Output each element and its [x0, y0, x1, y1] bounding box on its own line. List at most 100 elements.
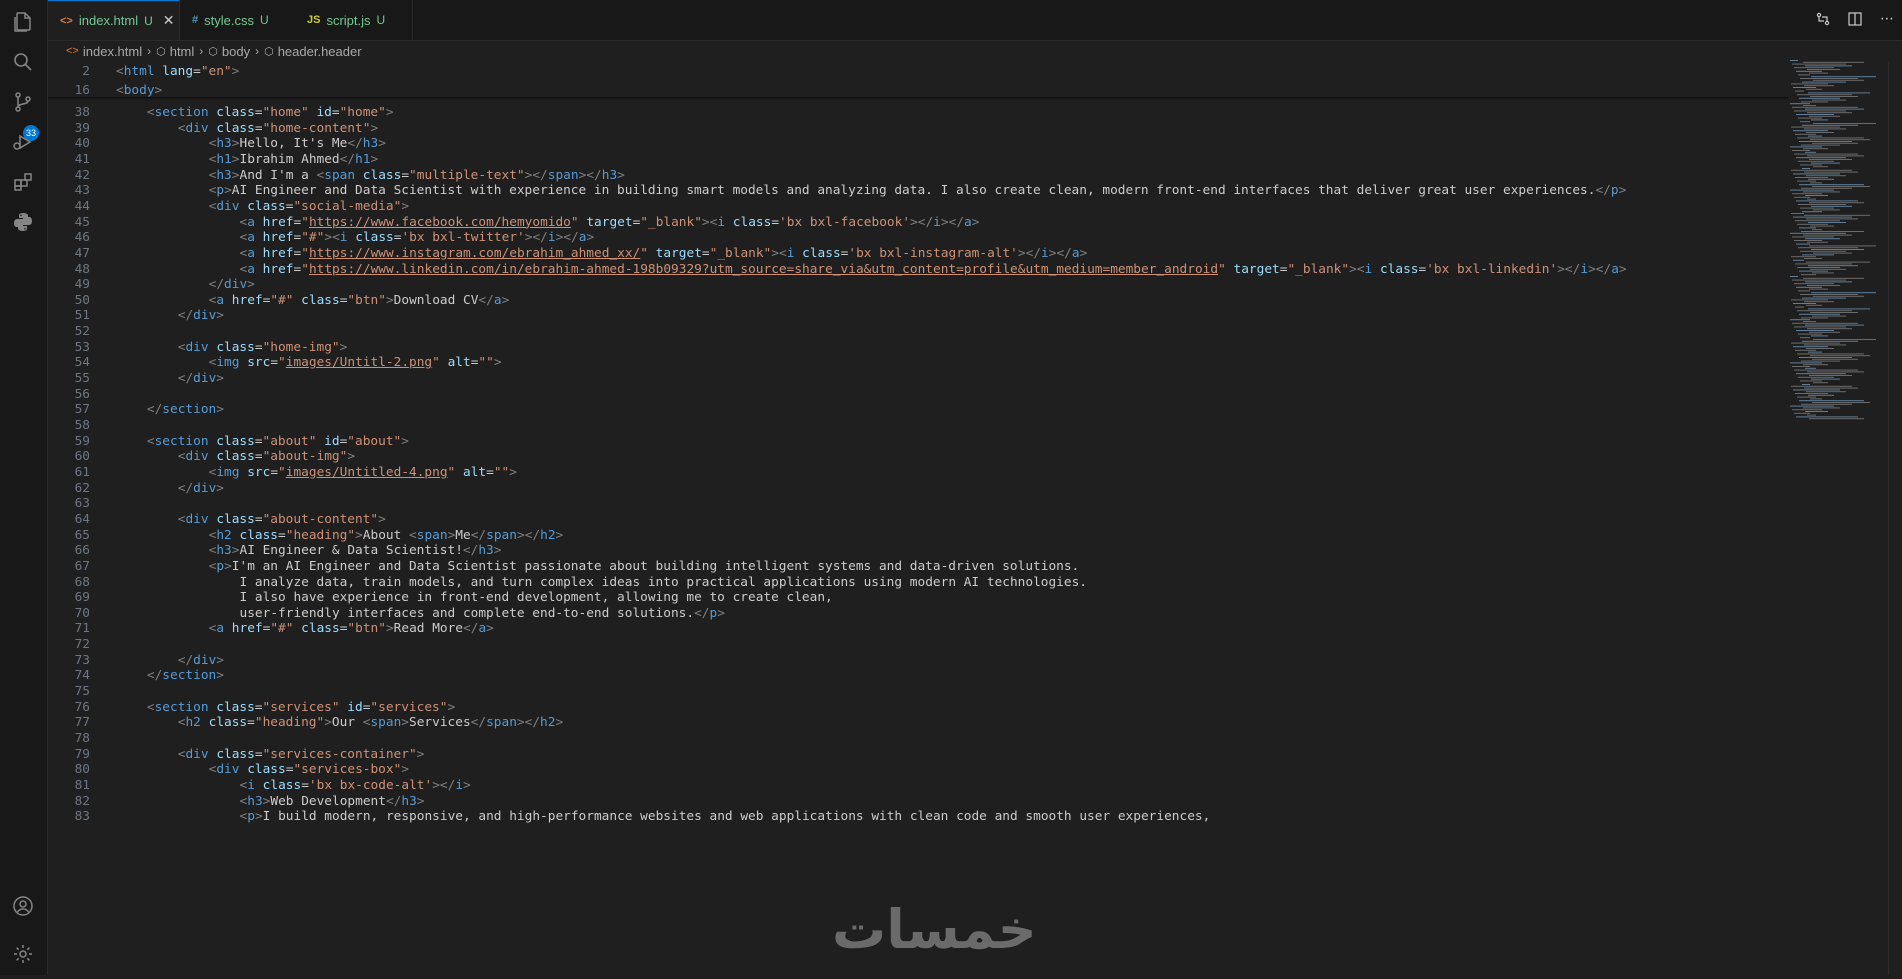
- minimap-line: [1810, 96, 1858, 97]
- minimap-line: [1807, 198, 1816, 200]
- minimap-line: [1803, 364, 1828, 366]
- minimap-line: [1794, 240, 1822, 241]
- tab-status: U: [259, 13, 269, 27]
- minimap-line: [1795, 90, 1804, 92]
- minimap-line: [1804, 214, 1870, 216]
- minimap-line: [1807, 112, 1852, 114]
- minimap-line: [1801, 360, 1840, 362]
- minimap-line: [1809, 202, 1864, 204]
- minimap-line: [1805, 411, 1828, 412]
- account-icon[interactable]: [11, 894, 35, 918]
- python-icon[interactable]: [11, 210, 35, 234]
- minimap-line: [1806, 391, 1846, 393]
- minimap-line: [1796, 286, 1822, 288]
- minimap-line: [1790, 60, 1798, 61]
- editor-actions: ⋯: [1814, 10, 1896, 28]
- minimap-line: [1810, 268, 1846, 270]
- extensions-icon[interactable]: [11, 170, 35, 194]
- minimap-line: [1811, 205, 1852, 207]
- compare-changes-icon[interactable]: [1814, 10, 1832, 28]
- minimap-line: [1812, 358, 1858, 360]
- minimap-line: [1813, 123, 1876, 124]
- chevron-right-icon: ›: [255, 44, 260, 58]
- minimap-line: [1796, 70, 1822, 72]
- minimap-line: [1796, 373, 1846, 375]
- minimap-line: [1809, 331, 1840, 333]
- minimap[interactable]: [1788, 40, 1888, 975]
- minimap-line: [1794, 110, 1846, 112]
- minimap-line: [1813, 79, 1864, 81]
- minimap-line: [1809, 159, 1852, 160]
- more-actions-icon[interactable]: ⋯: [1878, 10, 1896, 28]
- source-control-icon[interactable]: [11, 90, 35, 114]
- minimap-line: [1798, 74, 1810, 76]
- minimap-line: [1812, 99, 1846, 101]
- run-debug-icon[interactable]: [11, 130, 35, 154]
- minimap-line: [1805, 65, 1852, 67]
- minimap-line: [1799, 227, 1816, 229]
- settings-icon[interactable]: [11, 942, 35, 966]
- code-editor[interactable]: 2 <html lang="en"> 16 <body> 38 <section clas…: [48, 62, 1788, 975]
- tab-index-html[interactable]: <> index.html U ✕: [48, 0, 180, 40]
- minimap-line: [1796, 114, 1834, 115]
- minimap-line: [1792, 150, 1810, 151]
- minimap-line: [1798, 204, 1846, 205]
- minimap-line: [1803, 148, 1828, 150]
- breadcrumb-item[interactable]: header.header: [278, 44, 362, 59]
- minimap-line: [1797, 267, 1840, 268]
- minimap-line: [1805, 367, 1816, 369]
- minimap-line: [1794, 412, 1810, 414]
- minimap-line: [1792, 193, 1822, 195]
- js-file-icon: JS: [307, 14, 321, 26]
- minimap-line: [1805, 195, 1828, 196]
- minimap-line: [1794, 67, 1834, 69]
- minimap-line: [1810, 312, 1858, 313]
- explorer-icon[interactable]: [11, 10, 35, 34]
- minimap-line: [1807, 69, 1840, 70]
- minimap-line: [1793, 216, 1852, 218]
- minimap-line: [1811, 76, 1876, 78]
- search-icon[interactable]: [11, 50, 35, 74]
- minimap-line: [1802, 168, 1810, 169]
- minimap-line: [1797, 353, 1864, 355]
- minimap-line: [1797, 180, 1816, 182]
- minimap-line: [1811, 162, 1840, 164]
- minimap-line: [1791, 126, 1840, 128]
- close-icon[interactable]: ✕: [163, 12, 175, 29]
- minimap-line: [1793, 130, 1828, 132]
- minimap-line: [1803, 105, 1816, 106]
- minimap-line: [1810, 139, 1870, 141]
- minimap-line: [1798, 333, 1822, 335]
- minimap-line: [1790, 146, 1822, 148]
- minimap-line: [1808, 265, 1858, 267]
- line-number: 2: [82, 64, 90, 79]
- minimap-line: [1797, 94, 1852, 96]
- code-line[interactable]: 2 <html lang="en">: [48, 62, 1788, 81]
- minimap-line: [1808, 178, 1834, 180]
- minimap-line: [1791, 385, 1852, 387]
- minimap-line: [1790, 319, 1810, 321]
- breadcrumb-item[interactable]: html: [170, 44, 195, 59]
- html-file-icon: <>: [66, 45, 79, 57]
- minimap-line: [1811, 249, 1864, 250]
- split-editor-icon[interactable]: [1846, 10, 1864, 28]
- minimap-line: [1792, 366, 1810, 367]
- code-line[interactable]: 83 <p>I build modern, responsive, and hig…: [48, 807, 1788, 826]
- minimap-line: [1807, 241, 1828, 243]
- tab-style-css[interactable]: # style.css U: [180, 0, 296, 40]
- breadcrumb-item[interactable]: index.html: [83, 44, 142, 59]
- sticky-scroll-shadow: [48, 97, 1788, 100]
- minimap-line: [1795, 177, 1828, 178]
- minimap-line: [1813, 209, 1840, 211]
- minimap-line: [1793, 87, 1816, 88]
- minimap-line: [1790, 103, 1810, 105]
- minimap-line: [1793, 346, 1828, 348]
- vertical-scrollbar[interactable]: [1888, 62, 1902, 975]
- minimap-line: [1809, 115, 1840, 117]
- minimap-line: [1791, 169, 1852, 171]
- tab-script-js[interactable]: JS script.js U: [295, 0, 413, 40]
- minimap-line: [1802, 81, 1846, 83]
- breadcrumb-item[interactable]: body: [222, 44, 250, 59]
- minimap-line: [1800, 250, 1846, 252]
- minimap-line: [1799, 357, 1852, 358]
